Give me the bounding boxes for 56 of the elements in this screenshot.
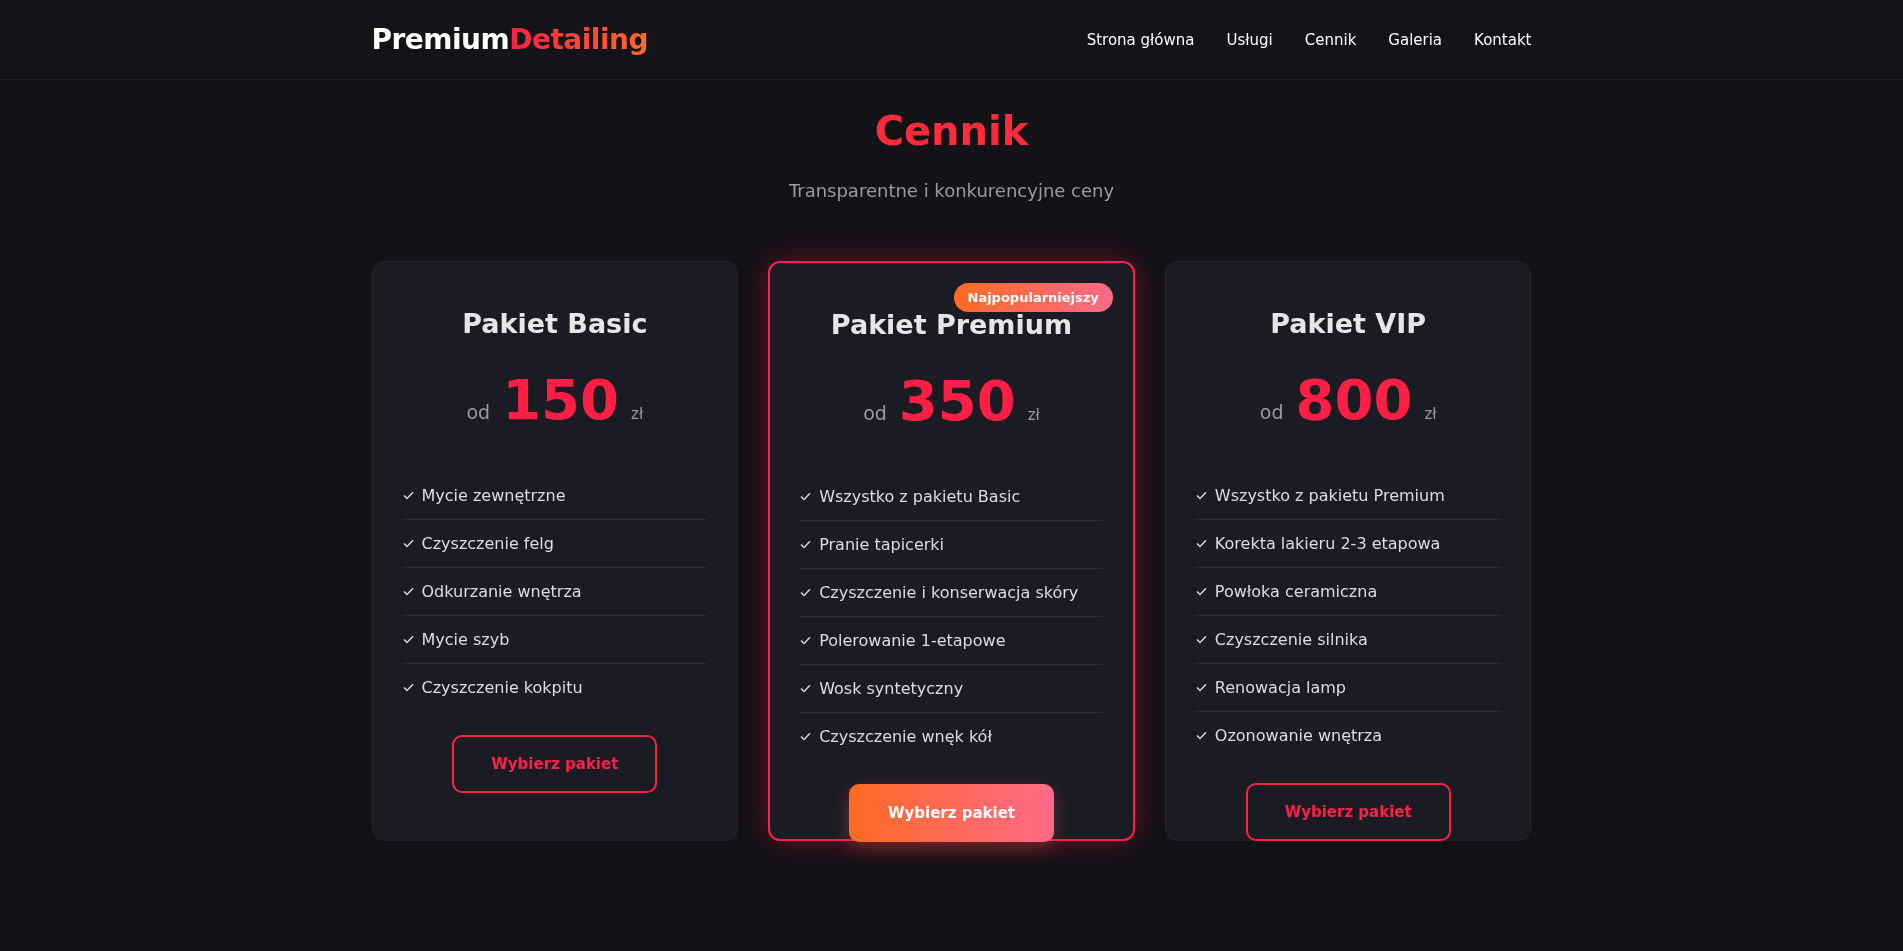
feature-text: Wszystko z pakietu Basic bbox=[819, 487, 1021, 506]
nav-link[interactable]: Usługi bbox=[1226, 30, 1273, 49]
feature-text: Wszystko z pakietu Premium bbox=[1214, 486, 1445, 505]
feature-text: Powłoka ceramiczna bbox=[1214, 582, 1378, 601]
feature-text: Korekta lakieru 2-3 etapowa bbox=[1214, 534, 1441, 553]
check-icon bbox=[402, 635, 414, 644]
nav-link[interactable]: Cennik bbox=[1304, 30, 1357, 49]
check-icon bbox=[1195, 491, 1207, 500]
price-currency: zł bbox=[1027, 406, 1040, 424]
check-icon bbox=[1195, 587, 1207, 596]
feature-text: Mycie szyb bbox=[421, 630, 510, 649]
check-icon bbox=[402, 539, 414, 548]
check-icon bbox=[800, 732, 812, 741]
section-title: Cennik bbox=[873, 108, 1030, 154]
feature-text: Pranie tapicerki bbox=[819, 535, 945, 554]
nav-link[interactable]: Strona główna bbox=[1086, 30, 1195, 49]
feature-text: Ozonowanie wnętrza bbox=[1214, 726, 1383, 745]
choose-plan-button[interactable]: Wybierz pakiet bbox=[452, 735, 658, 793]
feature-text: Czyszczenie wnęk kół bbox=[819, 727, 992, 746]
price-prefix: od bbox=[466, 401, 491, 423]
plan-name: Pakiet Premium bbox=[829, 309, 1074, 340]
price-amount: 800 bbox=[1295, 367, 1413, 432]
price-prefix: od bbox=[863, 402, 887, 424]
nav-link[interactable]: Galeria bbox=[1388, 30, 1443, 49]
feature-text: Czyszczenie i konserwacja skóry bbox=[819, 583, 1079, 602]
popular-badge: Najpopularniejszy bbox=[953, 283, 1113, 312]
check-icon bbox=[800, 588, 812, 597]
feature-text: Odkurzanie wnętrza bbox=[421, 582, 582, 601]
price-amount: 350 bbox=[898, 368, 1016, 433]
check-icon bbox=[800, 540, 812, 549]
price-amount: 150 bbox=[502, 367, 620, 432]
price-currency: zł bbox=[1424, 405, 1437, 423]
check-icon bbox=[402, 683, 414, 692]
feature-text: Wosk syntetyczny bbox=[819, 679, 964, 698]
section-subtitle: Transparentne i konkurencyjne ceny bbox=[787, 180, 1116, 201]
feature-text: Renowacja lamp bbox=[1214, 678, 1346, 697]
check-icon bbox=[800, 684, 812, 693]
check-icon bbox=[402, 587, 414, 596]
nav-link[interactable]: Kontakt bbox=[1474, 30, 1532, 49]
feature-text: Czyszczenie kokpitu bbox=[421, 678, 583, 697]
choose-plan-button[interactable]: Wybierz pakiet bbox=[1245, 783, 1451, 841]
feature-text: Czyszczenie silnika bbox=[1214, 630, 1368, 649]
check-icon bbox=[800, 636, 812, 645]
check-icon bbox=[1195, 731, 1207, 740]
plan-name: Pakiet Basic bbox=[461, 308, 649, 339]
feature-text: Czyszczenie felg bbox=[421, 534, 554, 553]
check-icon bbox=[1195, 635, 1207, 644]
feature-text: Polerowanie 1-etapowe bbox=[819, 631, 1006, 650]
plan-name: Pakiet VIP bbox=[1269, 308, 1428, 339]
check-icon bbox=[800, 492, 812, 501]
price-prefix: od bbox=[1259, 401, 1284, 423]
feature-text: Mycie zewnętrzne bbox=[421, 486, 566, 505]
check-icon bbox=[1195, 539, 1207, 548]
check-icon bbox=[402, 491, 414, 500]
check-icon bbox=[1195, 683, 1207, 692]
price-currency: zł bbox=[631, 405, 644, 423]
